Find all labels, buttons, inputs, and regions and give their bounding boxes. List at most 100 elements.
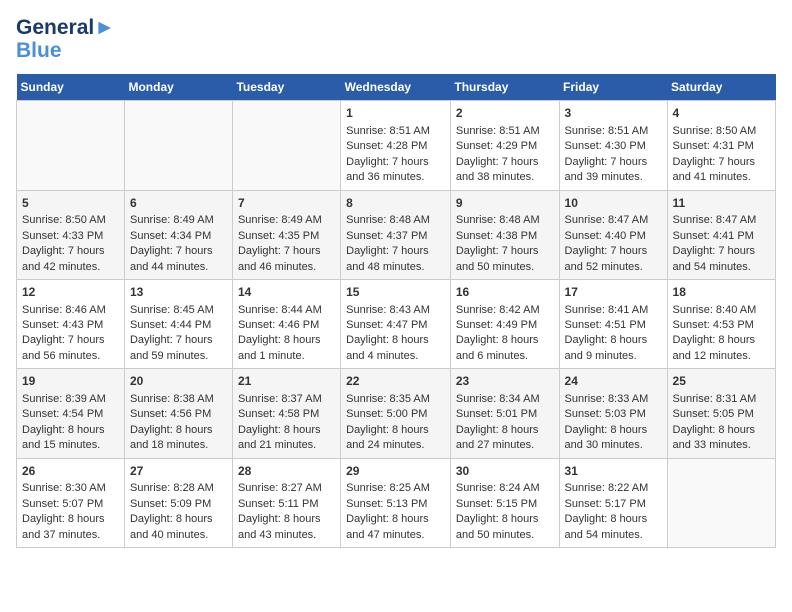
day-number: 14 (238, 284, 335, 301)
calendar-header-row: SundayMondayTuesdayWednesdayThursdayFrid… (17, 74, 776, 101)
calendar-cell: 6Sunrise: 8:49 AMSunset: 4:34 PMDaylight… (124, 190, 232, 279)
cell-content: Daylight: 8 hours and 1 minute. (238, 333, 335, 364)
cell-content: Sunset: 4:34 PM (130, 229, 227, 244)
calendar-cell (232, 101, 340, 190)
cell-content: Sunrise: 8:45 AM (130, 303, 227, 318)
cell-content: Daylight: 8 hours and 15 minutes. (22, 423, 119, 454)
calendar-cell: 5Sunrise: 8:50 AMSunset: 4:33 PMDaylight… (17, 190, 125, 279)
cell-content: Sunrise: 8:49 AM (130, 213, 227, 228)
calendar-cell: 19Sunrise: 8:39 AMSunset: 4:54 PMDayligh… (17, 369, 125, 458)
calendar-week-row: 26Sunrise: 8:30 AMSunset: 5:07 PMDayligh… (17, 458, 776, 547)
day-number: 12 (22, 284, 119, 301)
calendar-cell: 4Sunrise: 8:50 AMSunset: 4:31 PMDaylight… (667, 101, 775, 190)
day-header-tuesday: Tuesday (232, 74, 340, 101)
cell-content: Daylight: 8 hours and 43 minutes. (238, 512, 335, 543)
cell-content: Sunrise: 8:50 AM (22, 213, 119, 228)
cell-content: Sunset: 4:49 PM (456, 318, 554, 333)
calendar-cell (667, 458, 775, 547)
day-number: 19 (22, 373, 119, 390)
day-number: 5 (22, 195, 119, 212)
cell-content: Daylight: 8 hours and 33 minutes. (673, 423, 770, 454)
cell-content: Daylight: 8 hours and 27 minutes. (456, 423, 554, 454)
cell-content: Daylight: 7 hours and 56 minutes. (22, 333, 119, 364)
cell-content: Daylight: 8 hours and 30 minutes. (565, 423, 662, 454)
calendar-cell: 3Sunrise: 8:51 AMSunset: 4:30 PMDaylight… (559, 101, 667, 190)
cell-content: Daylight: 8 hours and 12 minutes. (673, 333, 770, 364)
day-number: 4 (673, 105, 770, 122)
cell-content: Daylight: 7 hours and 46 minutes. (238, 244, 335, 275)
cell-content: Sunset: 4:43 PM (22, 318, 119, 333)
day-number: 7 (238, 195, 335, 212)
cell-content: Sunrise: 8:46 AM (22, 303, 119, 318)
day-number: 26 (22, 463, 119, 480)
calendar-cell: 22Sunrise: 8:35 AMSunset: 5:00 PMDayligh… (341, 369, 451, 458)
day-number: 31 (565, 463, 662, 480)
day-number: 29 (346, 463, 445, 480)
calendar-cell: 28Sunrise: 8:27 AMSunset: 5:11 PMDayligh… (232, 458, 340, 547)
cell-content: Sunrise: 8:47 AM (673, 213, 770, 228)
day-header-friday: Friday (559, 74, 667, 101)
cell-content: Daylight: 8 hours and 37 minutes. (22, 512, 119, 543)
day-number: 18 (673, 284, 770, 301)
cell-content: Daylight: 7 hours and 44 minutes. (130, 244, 227, 275)
calendar-week-row: 12Sunrise: 8:46 AMSunset: 4:43 PMDayligh… (17, 279, 776, 368)
calendar-cell: 13Sunrise: 8:45 AMSunset: 4:44 PMDayligh… (124, 279, 232, 368)
cell-content: Daylight: 8 hours and 47 minutes. (346, 512, 445, 543)
calendar-cell (17, 101, 125, 190)
calendar-table: SundayMondayTuesdayWednesdayThursdayFrid… (16, 74, 776, 548)
day-number: 27 (130, 463, 227, 480)
cell-content: Sunset: 5:13 PM (346, 497, 445, 512)
cell-content: Daylight: 8 hours and 24 minutes. (346, 423, 445, 454)
cell-content: Sunset: 5:09 PM (130, 497, 227, 512)
calendar-week-row: 5Sunrise: 8:50 AMSunset: 4:33 PMDaylight… (17, 190, 776, 279)
cell-content: Sunset: 4:41 PM (673, 229, 770, 244)
cell-content: Sunset: 5:01 PM (456, 407, 554, 422)
calendar-cell: 21Sunrise: 8:37 AMSunset: 4:58 PMDayligh… (232, 369, 340, 458)
cell-content: Sunset: 4:28 PM (346, 139, 445, 154)
cell-content: Sunset: 5:03 PM (565, 407, 662, 422)
calendar-cell: 15Sunrise: 8:43 AMSunset: 4:47 PMDayligh… (341, 279, 451, 368)
logo-general: General► (16, 16, 115, 39)
cell-content: Sunrise: 8:37 AM (238, 392, 335, 407)
calendar-cell: 17Sunrise: 8:41 AMSunset: 4:51 PMDayligh… (559, 279, 667, 368)
cell-content: Daylight: 7 hours and 48 minutes. (346, 244, 445, 275)
cell-content: Sunset: 4:51 PM (565, 318, 662, 333)
cell-content: Daylight: 7 hours and 50 minutes. (456, 244, 554, 275)
cell-content: Sunrise: 8:35 AM (346, 392, 445, 407)
day-header-saturday: Saturday (667, 74, 775, 101)
day-number: 23 (456, 373, 554, 390)
cell-content: Sunset: 4:44 PM (130, 318, 227, 333)
calendar-cell: 29Sunrise: 8:25 AMSunset: 5:13 PMDayligh… (341, 458, 451, 547)
cell-content: Daylight: 7 hours and 59 minutes. (130, 333, 227, 364)
day-number: 10 (565, 195, 662, 212)
calendar-cell: 2Sunrise: 8:51 AMSunset: 4:29 PMDaylight… (450, 101, 559, 190)
calendar-cell: 7Sunrise: 8:49 AMSunset: 4:35 PMDaylight… (232, 190, 340, 279)
day-number: 3 (565, 105, 662, 122)
day-number: 9 (456, 195, 554, 212)
cell-content: Sunset: 4:31 PM (673, 139, 770, 154)
cell-content: Daylight: 7 hours and 39 minutes. (565, 155, 662, 186)
day-number: 24 (565, 373, 662, 390)
cell-content: Daylight: 7 hours and 36 minutes. (346, 155, 445, 186)
day-number: 22 (346, 373, 445, 390)
cell-content: Sunrise: 8:50 AM (673, 124, 770, 139)
cell-content: Sunrise: 8:44 AM (238, 303, 335, 318)
cell-content: Daylight: 8 hours and 6 minutes. (456, 333, 554, 364)
cell-content: Sunrise: 8:42 AM (456, 303, 554, 318)
day-header-sunday: Sunday (17, 74, 125, 101)
cell-content: Sunset: 4:56 PM (130, 407, 227, 422)
day-number: 28 (238, 463, 335, 480)
day-number: 30 (456, 463, 554, 480)
calendar-cell: 23 Sunrise: 8:34 AMSunset: 5:01 PMDayligh… (450, 369, 559, 458)
cell-content: Sunrise: 8:34 AM (456, 392, 554, 407)
cell-content: Sunrise: 8:48 AM (456, 213, 554, 228)
calendar-cell: 31Sunrise: 8:22 AMSunset: 5:17 PMDayligh… (559, 458, 667, 547)
cell-content: Daylight: 8 hours and 40 minutes. (130, 512, 227, 543)
cell-content: Sunset: 5:17 PM (565, 497, 662, 512)
day-header-monday: Monday (124, 74, 232, 101)
cell-content: Sunrise: 8:51 AM (456, 124, 554, 139)
day-number: 16 (456, 284, 554, 301)
cell-content: Sunset: 4:29 PM (456, 139, 554, 154)
cell-content: Sunset: 4:37 PM (346, 229, 445, 244)
cell-content: Daylight: 8 hours and 18 minutes. (130, 423, 227, 454)
